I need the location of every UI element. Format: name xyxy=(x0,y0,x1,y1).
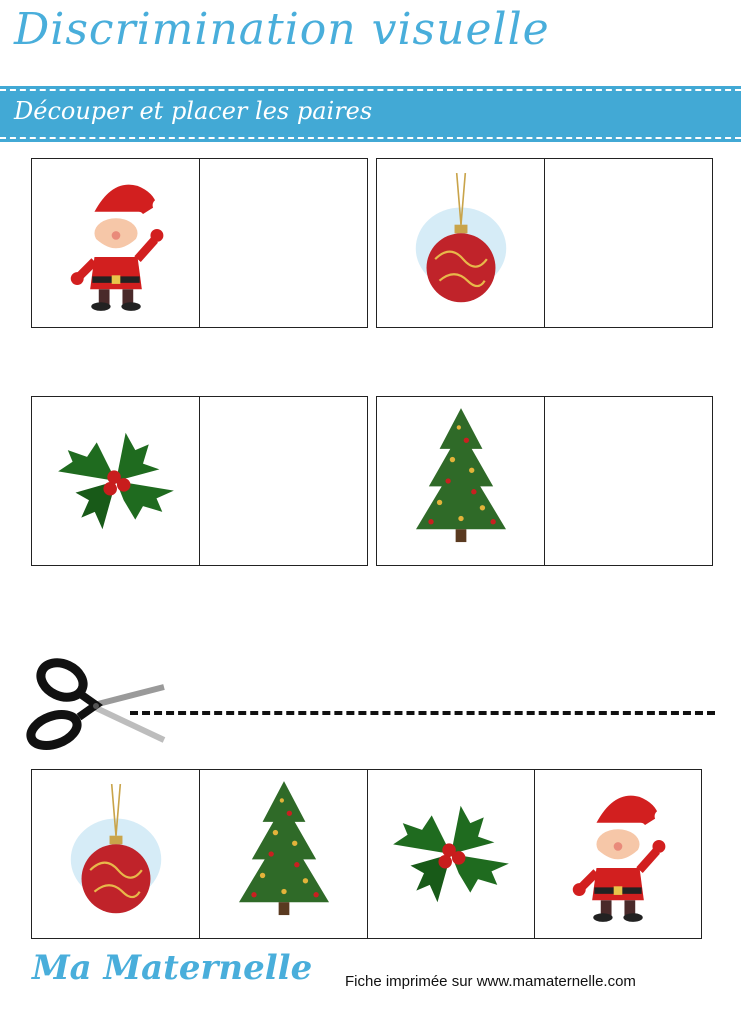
instruction-text: Découper et placer les paires xyxy=(14,97,373,125)
christmas-ornament-icon xyxy=(406,173,516,313)
holly-icon xyxy=(384,794,519,914)
cutout-ornament[interactable] xyxy=(31,769,200,939)
empty-drop-box[interactable] xyxy=(544,158,713,328)
scissors-icon xyxy=(26,658,166,751)
cutout-santa-claus[interactable] xyxy=(534,769,702,939)
cutout-christmas-tree[interactable] xyxy=(199,769,368,939)
christmas-tree-icon xyxy=(403,406,518,556)
empty-drop-box[interactable] xyxy=(199,396,368,566)
footer-credit: Fiche imprimée sur www.mamaternelle.com xyxy=(345,973,636,990)
picture-box-christmas-tree xyxy=(376,396,545,566)
holly-icon xyxy=(48,421,183,541)
brand-logo: Ma Maternelle xyxy=(32,948,313,988)
christmas-tree-icon xyxy=(226,779,341,929)
empty-drop-box[interactable] xyxy=(199,158,368,328)
empty-drop-box[interactable] xyxy=(544,396,713,566)
picture-box-ornament xyxy=(376,158,545,328)
santa-claus-icon xyxy=(563,784,673,924)
cutout-holly[interactable] xyxy=(367,769,535,939)
christmas-ornament-icon xyxy=(61,784,171,924)
cut-line xyxy=(130,711,715,715)
picture-box-santa-claus xyxy=(31,158,200,328)
santa-claus-icon xyxy=(61,173,171,313)
page-title: Discrimination visuelle xyxy=(14,4,550,55)
picture-box-holly xyxy=(31,396,200,566)
instruction-banner: Découper et placer les paires xyxy=(0,89,741,139)
